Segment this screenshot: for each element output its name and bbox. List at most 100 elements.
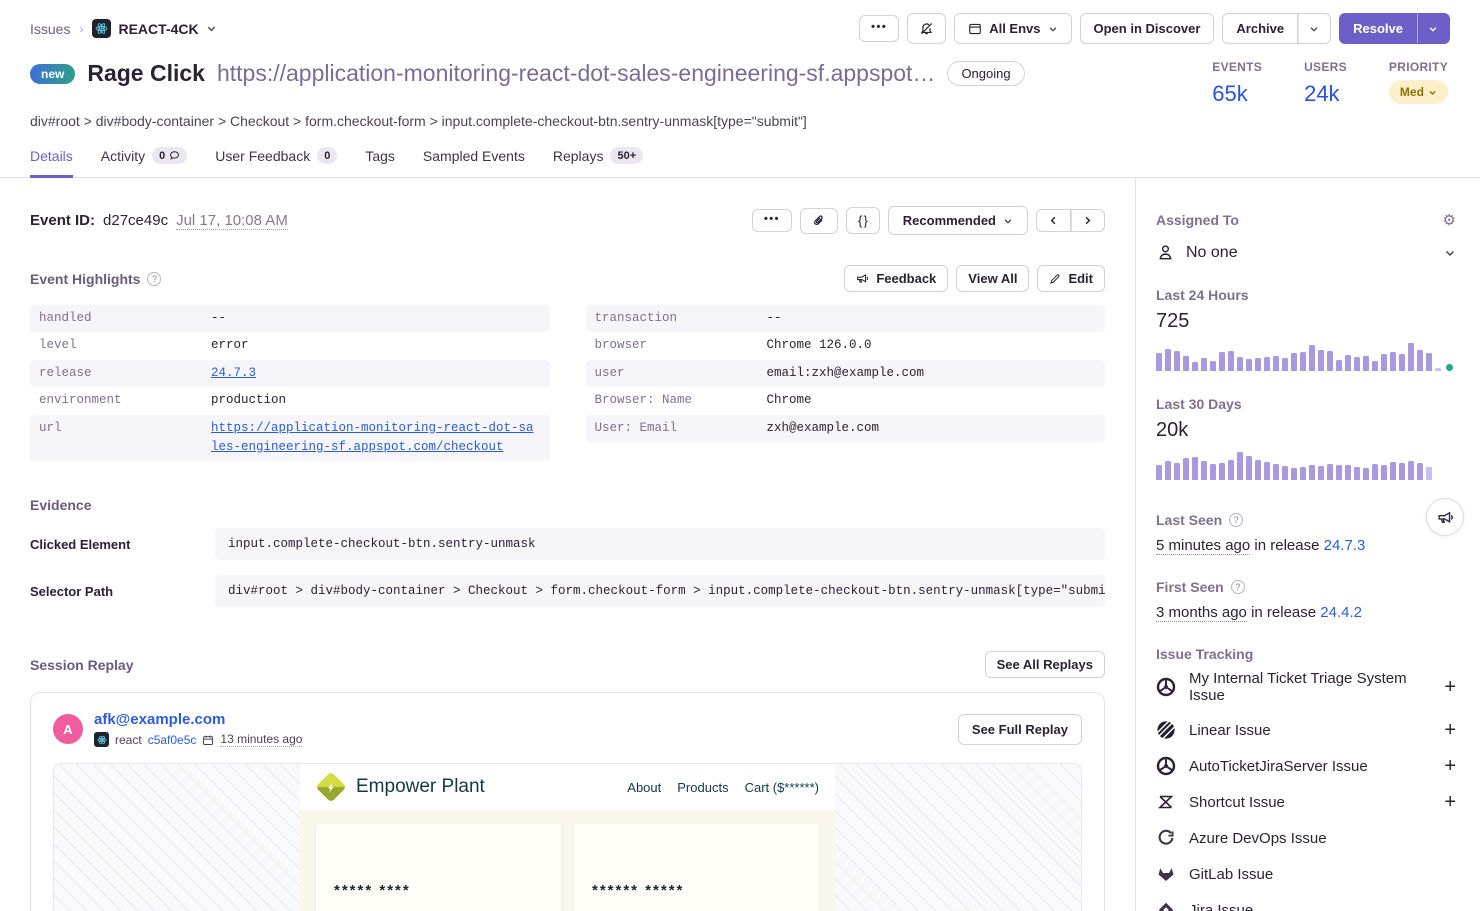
tab-badge: 0: [152, 147, 187, 164]
add-issue-link-button[interactable]: +: [1444, 677, 1456, 697]
open-in-discover-button[interactable]: Open in Discover: [1080, 13, 1215, 44]
resolve-button[interactable]: Resolve: [1339, 13, 1417, 44]
highlight-row: Browser: NameChrome: [586, 387, 1106, 414]
histogram-bar: [1417, 463, 1423, 480]
calendar-icon: [202, 734, 214, 746]
issue-tracking-label[interactable]: Azure DevOps Issue: [1189, 830, 1327, 847]
event-timestamp[interactable]: Jul 17, 10:08 AM: [176, 212, 288, 230]
tab-replays[interactable]: Replays50+: [553, 147, 643, 178]
histogram-bar: [1408, 461, 1414, 480]
session-replay-title: Session Replay: [30, 657, 134, 673]
bell-slash-icon: [919, 21, 934, 36]
issue-tracking-label[interactable]: AutoTicketJiraServer Issue: [1189, 758, 1368, 775]
previous-event-button[interactable]: [1036, 209, 1071, 232]
issue-tracking-label[interactable]: Linear Issue: [1189, 722, 1271, 739]
archive-dropdown-button[interactable]: [1298, 13, 1331, 44]
last-seen-time[interactable]: 5 minutes ago: [1156, 537, 1250, 555]
tab-sampled-events[interactable]: Sampled Events: [423, 147, 525, 178]
megaphone-icon: [1437, 509, 1454, 526]
first-seen-time[interactable]: 3 months ago: [1156, 604, 1247, 622]
environment-selector-button[interactable]: All Envs: [954, 13, 1071, 44]
histogram-bar: [1336, 360, 1342, 371]
top-bar: Issues › REACT-4CK ••• All Envs Open in …: [0, 0, 1480, 44]
see-full-replay-button[interactable]: See Full Replay: [958, 714, 1082, 745]
histogram-bar: [1174, 351, 1180, 371]
replay-app-nav: AboutProductsCart ($******): [627, 780, 819, 795]
replay-id-link[interactable]: c5af0e5c: [148, 733, 197, 747]
see-all-replays-button[interactable]: See All Replays: [985, 651, 1105, 678]
histogram-bar: [1345, 355, 1351, 371]
issue-tracking-label[interactable]: GitLab Issue: [1189, 866, 1273, 883]
help-icon[interactable]: ?: [1229, 513, 1243, 527]
braces-icon: { }: [858, 213, 868, 228]
ellipsis-icon: •••: [764, 214, 780, 225]
view-json-button[interactable]: { }: [846, 207, 880, 234]
archive-button[interactable]: Archive: [1222, 13, 1298, 44]
window-icon: [968, 22, 982, 36]
first-seen-release-link[interactable]: 24.4.2: [1320, 604, 1362, 621]
replay-user-link[interactable]: afk@example.com: [94, 711, 302, 728]
copy-event-link-button[interactable]: [800, 208, 838, 234]
histogram-bar: [1399, 354, 1405, 371]
assignee-selector[interactable]: No one: [1156, 243, 1456, 262]
breadcrumb-separator-icon: ›: [79, 22, 83, 36]
issue-tabs: Details Activity0 User Feedback0 Tags Sample…: [0, 129, 1480, 178]
events-count[interactable]: 65k: [1212, 81, 1262, 107]
tab-tags[interactable]: Tags: [365, 147, 395, 178]
first-seen-title: First Seen: [1156, 579, 1224, 595]
histogram-bar: [1183, 356, 1189, 371]
tab-details[interactable]: Details: [30, 147, 73, 178]
events-label: EVENTS: [1212, 60, 1262, 74]
next-event-button[interactable]: [1071, 209, 1105, 232]
issue-title: Rage Click: [87, 60, 205, 87]
add-issue-link-button[interactable]: +: [1444, 792, 1456, 812]
histogram-bar: [1264, 462, 1270, 480]
highlight-value: production: [211, 391, 286, 410]
chevron-down-icon: [1428, 24, 1438, 34]
issue-tracking-label[interactable]: Jira Issue: [1189, 902, 1253, 911]
feedback-button[interactable]: Feedback: [844, 265, 948, 292]
event-navigation-selector[interactable]: Recommended: [888, 206, 1028, 235]
mute-alerts-button[interactable]: [907, 13, 946, 44]
assigned-to-section: Assigned To ⚙ No one: [1156, 212, 1456, 262]
gear-icon[interactable]: ⚙: [1443, 213, 1456, 228]
view-all-button[interactable]: View All: [956, 265, 1029, 292]
last-24-hours-chart: [1156, 343, 1456, 371]
histogram-bar: [1381, 465, 1387, 480]
tab-activity[interactable]: Activity0: [101, 147, 187, 178]
histogram-bar: [1300, 467, 1306, 480]
issue-tracking-item: Linear Issue +: [1156, 712, 1456, 748]
breadcrumb-issues-link[interactable]: Issues: [30, 21, 70, 37]
histogram-bar: [1156, 465, 1162, 480]
more-options-button[interactable]: •••: [859, 15, 899, 42]
histogram-bar: [1363, 356, 1369, 371]
add-issue-link-button[interactable]: +: [1444, 756, 1456, 776]
help-icon[interactable]: ?: [147, 272, 161, 286]
highlight-value: error: [211, 336, 249, 355]
first-seen-section: First Seen ? 3 months ago in release 24.…: [1156, 579, 1456, 621]
replay-viewport[interactable]: Empower Plant AboutProductsCart ($******…: [53, 763, 1082, 911]
edit-highlights-button[interactable]: Edit: [1037, 265, 1105, 292]
histogram-bar: [1273, 464, 1279, 480]
priority-selector[interactable]: Med: [1389, 80, 1448, 104]
resolve-dropdown-button[interactable]: [1417, 13, 1450, 44]
last-seen-release-link[interactable]: 24.7.3: [1324, 537, 1366, 554]
project-selector[interactable]: REACT-4CK: [92, 19, 216, 38]
chevron-left-icon: [1048, 215, 1059, 226]
floating-feedback-button[interactable]: [1426, 498, 1464, 536]
add-issue-link-button[interactable]: +: [1444, 720, 1456, 740]
issue-tracking-label[interactable]: My Internal Ticket Triage System Issue: [1189, 670, 1431, 704]
highlight-key: User: Email: [595, 419, 767, 438]
react-project-icon: [92, 19, 111, 38]
users-count[interactable]: 24k: [1304, 81, 1347, 107]
issue-tracking-label[interactable]: Shortcut Issue: [1189, 794, 1285, 811]
event-more-button[interactable]: •••: [752, 209, 792, 232]
replay-time-ago[interactable]: 13 minutes ago: [220, 732, 302, 747]
histogram-bar: [1255, 460, 1261, 480]
help-icon[interactable]: ?: [1231, 580, 1245, 594]
issue-header: new Rage Click https://application-monit…: [0, 44, 1480, 107]
highlight-value[interactable]: https://application-monitoring-react-dot…: [211, 419, 541, 458]
highlight-value[interactable]: 24.7.3: [211, 364, 256, 383]
tab-user-feedback[interactable]: User Feedback0: [215, 147, 337, 178]
evidence-title: Evidence: [30, 497, 91, 513]
